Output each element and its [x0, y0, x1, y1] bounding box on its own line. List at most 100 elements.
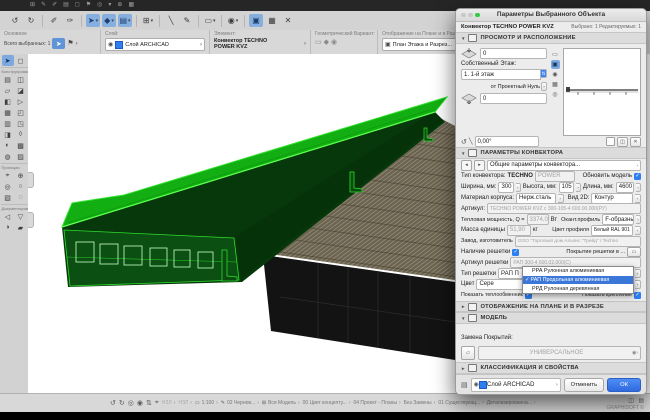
settings-panel-icon[interactable]: ▣	[249, 14, 263, 27]
schedule-icon[interactable]: ▦	[265, 14, 279, 27]
menubar-icon[interactable]: ◎	[97, 0, 102, 11]
arrow-tool-dropdown[interactable]: ➤▾	[86, 14, 100, 27]
pickup-parameters-icon[interactable]: ✐	[47, 14, 61, 27]
arrow-tool[interactable]: ➤	[2, 55, 14, 66]
menubar-icon[interactable]: ▤	[63, 0, 69, 11]
menubar-icon[interactable]: ⚑	[86, 0, 91, 11]
length-field[interactable]: 4600	[616, 182, 635, 193]
profile-select[interactable]: F-образный	[602, 214, 634, 225]
info-icon[interactable]: ◎	[551, 90, 560, 99]
interior-elevation-tool[interactable]: ◎	[2, 181, 14, 192]
geometry-variant-icon[interactable]: ▭	[315, 38, 322, 48]
eye-icon[interactable]: ◉	[137, 399, 143, 407]
curtain-wall-tool[interactable]: ◨	[2, 129, 14, 140]
window-tool[interactable]: ▱	[2, 85, 14, 96]
bottom-offset-field[interactable]: 0	[480, 93, 547, 104]
story-stepper[interactable]: ⇅	[541, 69, 547, 78]
next-page-button[interactable]: ▸	[474, 160, 485, 171]
prev-page-button[interactable]: ◂	[461, 160, 472, 171]
dialog-titlebar[interactable]: Параметры Выбранного Объекта	[456, 9, 646, 22]
symbol-2d-icon[interactable]: ▭	[551, 50, 560, 59]
zone-tool[interactable]: ▩	[15, 140, 27, 151]
material-stepper[interactable]: ›	[558, 194, 564, 203]
object-tool[interactable]: ◊	[15, 129, 27, 140]
geometry-variant-icon[interactable]: ◉	[331, 38, 337, 48]
profile-color-select[interactable]: Белый RAL 901	[591, 225, 633, 236]
type-field[interactable]: POWER	[535, 171, 575, 182]
mesh-tool[interactable]: ◍	[2, 151, 14, 162]
text-tool[interactable]: ▽	[15, 211, 27, 222]
section-model[interactable]: ▼ МОДЕЛЬ	[456, 312, 646, 324]
update-model-checkbox[interactable]: ✓	[634, 173, 641, 180]
graphic-override-select[interactable]: 04 Проект - Планы›	[353, 400, 400, 406]
cancel-button[interactable]: Отменить	[564, 378, 605, 392]
top-offset-field[interactable]: 0	[480, 48, 547, 59]
flip-vertical-button[interactable]: ✕	[630, 137, 641, 147]
copy-icon[interactable]: ◫	[628, 398, 634, 404]
marquee-tool[interactable]: ◻	[15, 55, 27, 66]
menubar-icon[interactable]: ✎	[41, 0, 46, 11]
object-preview[interactable]	[563, 48, 641, 136]
grid-snap-dropdown[interactable]: ⊞▾	[141, 14, 155, 27]
surface-override-field[interactable]: УНИВЕРСАЛЬНОЕ ◉ ›	[478, 346, 641, 360]
morph-tool[interactable]: ▨	[15, 151, 27, 162]
layer-select[interactable]: ◉ Слой ARCHICAD ›	[105, 38, 205, 51]
dropdown-option[interactable]: РРА Рулонная алюминиевая	[523, 267, 633, 276]
magnet-icon[interactable]: ⌖	[155, 399, 159, 407]
grille-color-stepper[interactable]: ›	[635, 280, 641, 289]
dropdown-option-selected[interactable]: ✓ РАП Продольная алюминиевая	[523, 276, 633, 285]
inject-parameters-icon[interactable]: ✑	[63, 14, 77, 27]
label-tool[interactable]: ◑	[2, 222, 14, 233]
renovation-override-select[interactable]: Без Замены›	[404, 400, 436, 406]
walk-icon[interactable]: ↻	[119, 399, 125, 407]
mirror-checkbox[interactable]: ✓	[606, 137, 615, 146]
length-stepper[interactable]: ›	[636, 183, 641, 192]
datum-chevron[interactable]: ›	[541, 82, 547, 91]
guide-line-icon[interactable]: ╲	[164, 14, 178, 27]
camera-tool[interactable]: ○	[15, 181, 27, 192]
height-stepper[interactable]: ›	[576, 183, 581, 192]
model-3d-icon[interactable]: ◉	[551, 70, 560, 79]
palette-handle[interactable]	[28, 172, 34, 188]
elevation-tool[interactable]: ⊕	[15, 170, 27, 181]
section-convector-parameters[interactable]: ▼ ПАРАМЕТРЫ КОНВЕКТОРА	[456, 147, 646, 159]
menubar-icon[interactable]: ⊕	[117, 0, 122, 11]
lock-dropdown[interactable]: ◉▾	[226, 14, 240, 27]
view2d-select[interactable]: Контур	[591, 193, 633, 204]
orbit-icon[interactable]: ↺	[110, 399, 116, 407]
section-preview-positioning[interactable]: ▼ ПРОСМОТР И РАСПОЛОЖЕНИЕ	[456, 32, 646, 44]
profile-color-stepper[interactable]: ›	[635, 226, 641, 235]
slab-tool[interactable]: ▷	[15, 96, 27, 107]
geometry-variant-icon[interactable]: ◆	[324, 38, 329, 48]
section-plan-display[interactable]: ► ОТОБРАЖЕНИЕ НА ПЛАНЕ И В РАЗРЕЗЕ	[456, 301, 646, 313]
arrow-mode-button[interactable]: ➤	[52, 38, 65, 49]
dimension-tool[interactable]: ◁	[2, 211, 14, 222]
paint-bucket-icon[interactable]: ▱	[461, 346, 475, 360]
door-tool[interactable]: ◫	[15, 74, 27, 85]
column-tool[interactable]: ◪	[15, 85, 27, 96]
width-field[interactable]: 300	[498, 182, 514, 193]
menubar-icon[interactable]: ◻	[75, 0, 80, 11]
section-view-icon[interactable]: ▦	[551, 80, 560, 89]
flip-horizontal-button[interactable]: ◫	[617, 137, 628, 147]
scale-select[interactable]: ▭1:100›	[195, 400, 218, 406]
structure-display-select[interactable]: ⊞Вся Модель›	[262, 400, 300, 406]
flag-icon[interactable]: ⚑	[67, 39, 73, 49]
elevation-view-icon[interactable]: ▣	[551, 60, 560, 69]
renovation-filter-select[interactable]: 01 Существующ...›	[438, 400, 483, 406]
wall-tool[interactable]: ▤	[2, 74, 14, 85]
partial-structure-select[interactable]: НЗЛ›	[178, 400, 192, 406]
rectangle-method-dropdown[interactable]: ▭▾	[203, 14, 217, 27]
coating-button[interactable]: ▭	[627, 247, 641, 257]
section-tool[interactable]: ⌖	[2, 170, 14, 181]
worksheet-tool[interactable]: ◌	[15, 192, 27, 203]
ok-button[interactable]: ОК	[607, 378, 641, 392]
menubar-icon[interactable]: ⊞	[30, 0, 35, 11]
shell-tool[interactable]: ◰	[15, 107, 27, 118]
menubar-icon[interactable]: ✐	[52, 0, 57, 11]
own-story-select[interactable]: 1. 1-й этаж	[461, 69, 541, 80]
model-view-options-select[interactable]: 00 Цвет концепту...›	[303, 400, 351, 406]
close-icon[interactable]: ✕	[281, 14, 295, 27]
parameter-page-select[interactable]: Общие параметры конвектора... ›	[487, 160, 641, 171]
layer-tool-dropdown[interactable]: ▤▾	[118, 14, 132, 27]
